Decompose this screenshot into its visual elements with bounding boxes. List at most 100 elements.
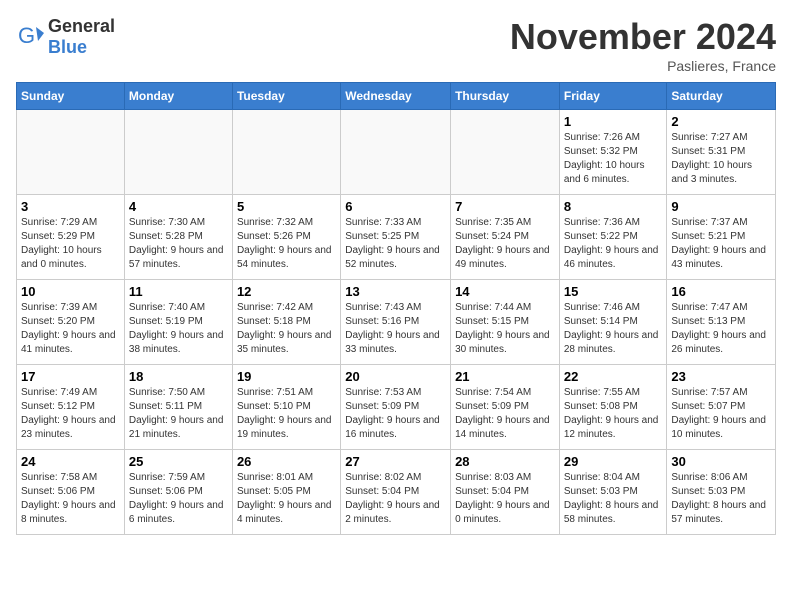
day-number: 13: [345, 284, 446, 299]
calendar-cell: 13 Sunrise: 7:43 AM Sunset: 5:16 PM Dayli…: [341, 280, 451, 365]
day-number: 21: [455, 369, 555, 384]
day-info: Sunrise: 8:06 AM Sunset: 5:03 PM Dayligh…: [671, 471, 771, 527]
day-info: Sunrise: 7:57 AM Sunset: 5:07 PM Dayligh…: [671, 386, 771, 442]
day-info: Sunrise: 7:39 AM Sunset: 5:20 PM Dayligh…: [21, 301, 120, 357]
day-number: 5: [237, 199, 336, 214]
day-number: 9: [671, 199, 771, 214]
day-number: 27: [345, 454, 446, 469]
calendar-cell: 9 Sunrise: 7:37 AM Sunset: 5:21 PM Daylig…: [667, 195, 776, 280]
logo-icon: G: [16, 23, 44, 51]
day-info: Sunrise: 7:49 AM Sunset: 5:12 PM Dayligh…: [21, 386, 120, 442]
day-number: 8: [564, 199, 663, 214]
week-row-4: 17 Sunrise: 7:49 AM Sunset: 5:12 PM Dayli…: [17, 365, 776, 450]
calendar-cell: 5 Sunrise: 7:32 AM Sunset: 5:26 PM Daylig…: [232, 195, 340, 280]
calendar-cell: [451, 110, 560, 195]
calendar-cell: 4 Sunrise: 7:30 AM Sunset: 5:28 PM Daylig…: [124, 195, 232, 280]
calendar-cell: 12 Sunrise: 7:42 AM Sunset: 5:18 PM Dayli…: [232, 280, 340, 365]
weekday-header-sunday: Sunday: [17, 83, 125, 110]
day-number: 11: [129, 284, 228, 299]
day-info: Sunrise: 7:36 AM Sunset: 5:22 PM Dayligh…: [564, 216, 663, 272]
calendar-cell: 2 Sunrise: 7:27 AM Sunset: 5:31 PM Daylig…: [667, 110, 776, 195]
day-number: 18: [129, 369, 228, 384]
calendar-table: SundayMondayTuesdayWednesdayThursdayFrid…: [16, 82, 776, 535]
day-info: Sunrise: 7:30 AM Sunset: 5:28 PM Dayligh…: [129, 216, 228, 272]
day-info: Sunrise: 7:53 AM Sunset: 5:09 PM Dayligh…: [345, 386, 446, 442]
calendar-cell: 14 Sunrise: 7:44 AM Sunset: 5:15 PM Dayli…: [451, 280, 560, 365]
day-info: Sunrise: 7:40 AM Sunset: 5:19 PM Dayligh…: [129, 301, 228, 357]
weekday-header-row: SundayMondayTuesdayWednesdayThursdayFrid…: [17, 83, 776, 110]
calendar-cell: 24 Sunrise: 7:58 AM Sunset: 5:06 PM Dayli…: [17, 450, 125, 535]
calendar-cell: 16 Sunrise: 7:47 AM Sunset: 5:13 PM Dayli…: [667, 280, 776, 365]
day-info: Sunrise: 7:29 AM Sunset: 5:29 PM Dayligh…: [21, 216, 120, 272]
weekday-header-thursday: Thursday: [451, 83, 560, 110]
day-info: Sunrise: 8:03 AM Sunset: 5:04 PM Dayligh…: [455, 471, 555, 527]
day-number: 20: [345, 369, 446, 384]
day-number: 22: [564, 369, 663, 384]
calendar-cell: 3 Sunrise: 7:29 AM Sunset: 5:29 PM Daylig…: [17, 195, 125, 280]
weekday-header-friday: Friday: [559, 83, 667, 110]
day-number: 25: [129, 454, 228, 469]
day-number: 2: [671, 114, 771, 129]
calendar-cell: 30 Sunrise: 8:06 AM Sunset: 5:03 PM Dayli…: [667, 450, 776, 535]
calendar-cell: 11 Sunrise: 7:40 AM Sunset: 5:19 PM Dayli…: [124, 280, 232, 365]
weekday-header-tuesday: Tuesday: [232, 83, 340, 110]
week-row-5: 24 Sunrise: 7:58 AM Sunset: 5:06 PM Dayli…: [17, 450, 776, 535]
day-number: 3: [21, 199, 120, 214]
calendar-cell: [232, 110, 340, 195]
calendar-cell: 25 Sunrise: 7:59 AM Sunset: 5:06 PM Dayli…: [124, 450, 232, 535]
day-number: 19: [237, 369, 336, 384]
calendar-cell: 7 Sunrise: 7:35 AM Sunset: 5:24 PM Daylig…: [451, 195, 560, 280]
calendar-cell: 1 Sunrise: 7:26 AM Sunset: 5:32 PM Daylig…: [559, 110, 667, 195]
calendar-cell: 28 Sunrise: 8:03 AM Sunset: 5:04 PM Dayli…: [451, 450, 560, 535]
day-info: Sunrise: 7:32 AM Sunset: 5:26 PM Dayligh…: [237, 216, 336, 272]
calendar-cell: 26Sunrise: 8:01 AM Sunset: 5:05 PM Dayli…: [232, 450, 340, 535]
day-info: Sunrise: 7:43 AM Sunset: 5:16 PM Dayligh…: [345, 301, 446, 357]
calendar-cell: 22Sunrise: 7:55 AM Sunset: 5:08 PM Dayli…: [559, 365, 667, 450]
day-info: Sunrise: 8:04 AM Sunset: 5:03 PM Dayligh…: [564, 471, 663, 527]
calendar-cell: 10 Sunrise: 7:39 AM Sunset: 5:20 PM Dayli…: [17, 280, 125, 365]
day-number: 1: [564, 114, 663, 129]
weekday-header-wednesday: Wednesday: [341, 83, 451, 110]
day-info: Sunrise: 7:33 AM Sunset: 5:25 PM Dayligh…: [345, 216, 446, 272]
day-number: 24: [21, 454, 120, 469]
day-info: Sunrise: 8:02 AM Sunset: 5:04 PM Dayligh…: [345, 471, 446, 527]
calendar-cell: 20 Sunrise: 7:53 AM Sunset: 5:09 PM Dayli…: [341, 365, 451, 450]
week-row-2: 3 Sunrise: 7:29 AM Sunset: 5:29 PM Daylig…: [17, 195, 776, 280]
day-number: 12: [237, 284, 336, 299]
header: G General Blue November 2024 Paslieres, …: [16, 16, 776, 74]
day-number: 28: [455, 454, 555, 469]
calendar-cell: [124, 110, 232, 195]
week-row-3: 10 Sunrise: 7:39 AM Sunset: 5:20 PM Dayli…: [17, 280, 776, 365]
calendar-cell: 17 Sunrise: 7:49 AM Sunset: 5:12 PM Dayli…: [17, 365, 125, 450]
calendar-cell: [17, 110, 125, 195]
day-info: Sunrise: 7:58 AM Sunset: 5:06 PM Dayligh…: [21, 471, 120, 527]
day-info: Sunrise: 7:44 AM Sunset: 5:15 PM Dayligh…: [455, 301, 555, 357]
logo: G General Blue: [16, 16, 115, 58]
day-number: 23: [671, 369, 771, 384]
day-info: Sunrise: 7:27 AM Sunset: 5:31 PM Dayligh…: [671, 131, 771, 187]
day-number: 7: [455, 199, 555, 214]
day-info: Sunrise: 7:26 AM Sunset: 5:32 PM Dayligh…: [564, 131, 663, 187]
day-number: 4: [129, 199, 228, 214]
svg-text:G: G: [18, 23, 35, 48]
day-info: Sunrise: 7:37 AM Sunset: 5:21 PM Dayligh…: [671, 216, 771, 272]
day-info: Sunrise: 7:59 AM Sunset: 5:06 PM Dayligh…: [129, 471, 228, 527]
day-number: 26: [237, 454, 336, 469]
day-number: 14: [455, 284, 555, 299]
day-number: 17: [21, 369, 120, 384]
calendar-cell: 18Sunrise: 7:50 AM Sunset: 5:11 PM Dayli…: [124, 365, 232, 450]
week-row-1: 1 Sunrise: 7:26 AM Sunset: 5:32 PM Daylig…: [17, 110, 776, 195]
day-number: 10: [21, 284, 120, 299]
day-info: Sunrise: 7:46 AM Sunset: 5:14 PM Dayligh…: [564, 301, 663, 357]
day-info: Sunrise: 7:42 AM Sunset: 5:18 PM Dayligh…: [237, 301, 336, 357]
day-number: 15: [564, 284, 663, 299]
day-number: 16: [671, 284, 771, 299]
calendar-cell: 29Sunrise: 8:04 AM Sunset: 5:03 PM Dayli…: [559, 450, 667, 535]
calendar-cell: 15 Sunrise: 7:46 AM Sunset: 5:14 PM Dayli…: [559, 280, 667, 365]
month-title: November 2024: [510, 16, 776, 58]
day-number: 30: [671, 454, 771, 469]
calendar-cell: 27 Sunrise: 8:02 AM Sunset: 5:04 PM Dayli…: [341, 450, 451, 535]
day-info: Sunrise: 7:35 AM Sunset: 5:24 PM Dayligh…: [455, 216, 555, 272]
calendar-cell: 19Sunrise: 7:51 AM Sunset: 5:10 PM Dayli…: [232, 365, 340, 450]
day-info: Sunrise: 7:47 AM Sunset: 5:13 PM Dayligh…: [671, 301, 771, 357]
